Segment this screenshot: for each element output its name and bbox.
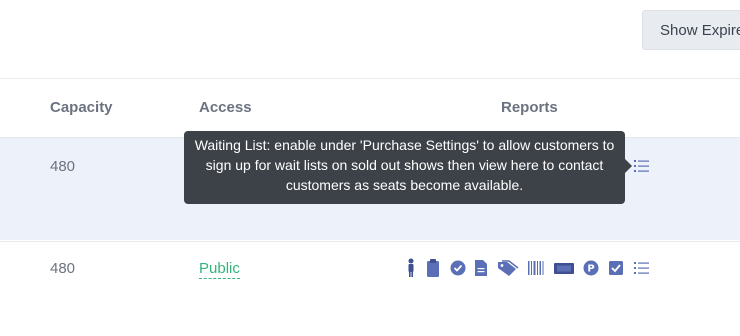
- barcode-icon[interactable]: [527, 258, 545, 278]
- check-circle-icon[interactable]: [449, 258, 467, 278]
- waiting-list-icon[interactable]: [633, 157, 651, 177]
- document-icon[interactable]: [474, 258, 492, 278]
- column-header-reports: Reports: [501, 99, 558, 116]
- checkbox-icon[interactable]: [607, 258, 625, 278]
- column-header-capacity: Capacity: [50, 99, 113, 116]
- access-public-link[interactable]: Public: [199, 260, 240, 279]
- column-header-access: Access: [199, 99, 252, 116]
- waiting-list-icon[interactable]: [633, 258, 651, 278]
- capacity-cell: 480: [50, 260, 76, 277]
- attendee-icon[interactable]: [405, 258, 423, 278]
- clipboard-icon[interactable]: [426, 258, 444, 278]
- table-header: Capacity Access Reports: [0, 79, 740, 138]
- waiting-list-tooltip: Waiting List: enable under 'Purchase Set…: [184, 131, 625, 204]
- capacity-cell: 480: [50, 158, 76, 175]
- svg-text:P: P: [587, 264, 594, 275]
- toolbar: Show Expired: [0, 0, 740, 79]
- tooltip-arrow: [625, 159, 632, 173]
- table-row: 480 Public P: [0, 241, 740, 298]
- show-expired-button[interactable]: Show Expired: [642, 10, 740, 50]
- tag-icon[interactable]: [497, 258, 519, 278]
- ticket-icon[interactable]: [553, 258, 574, 278]
- parking-icon[interactable]: P: [582, 258, 600, 278]
